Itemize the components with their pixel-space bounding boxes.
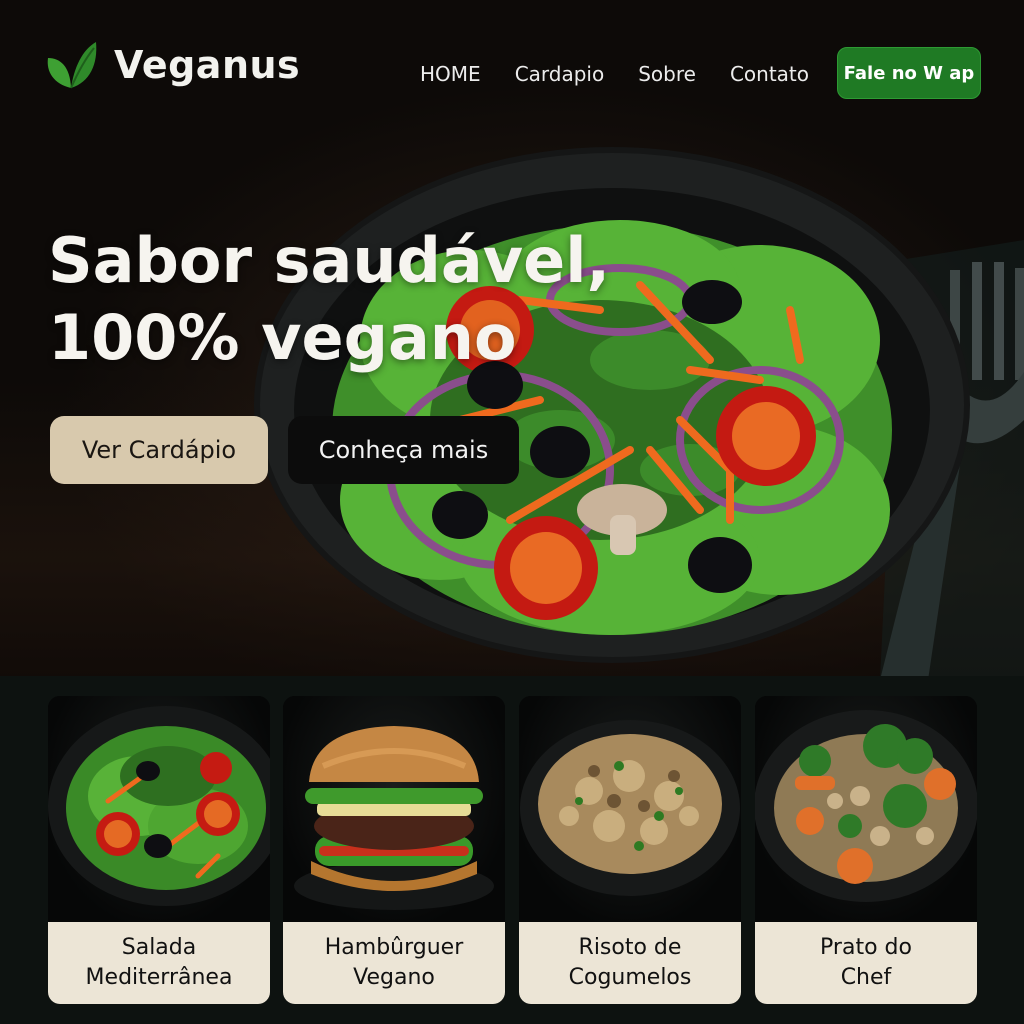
nav-home[interactable]: HOME xyxy=(420,46,481,102)
card-title-line1: Risoto de xyxy=(578,935,682,960)
view-menu-button[interactable]: Ver Cardápio xyxy=(50,416,268,484)
hero-title-line2: 100% vegano xyxy=(48,301,517,374)
risotto-photo xyxy=(519,696,741,922)
brand-name: Veganus xyxy=(114,43,301,87)
card-title: Salada Mediterrânea xyxy=(86,933,233,993)
menu-card-chef-plate[interactable]: Prato do Chef xyxy=(755,696,977,1004)
card-title-line2: Vegano xyxy=(353,965,435,990)
hero-title: Sabor saudável, 100% vegano xyxy=(48,222,668,376)
menu-card-risotto[interactable]: Risoto de Cogumelos xyxy=(519,696,741,1004)
site-header: Veganus HOME Cardapio Sobre Contato Fale… xyxy=(0,0,1024,150)
card-title-line2: Chef xyxy=(840,965,892,990)
learn-more-button[interactable]: Conheça mais xyxy=(288,416,519,484)
hero-title-line1: Sabor saudável, xyxy=(48,224,610,297)
chef-plate-photo xyxy=(755,696,977,922)
card-title-line1: Salada xyxy=(121,935,197,960)
whatsapp-button[interactable]: Fale no W ap xyxy=(837,47,981,99)
nav-cardapio[interactable]: Cardapio xyxy=(515,46,605,102)
hero-salad-image xyxy=(254,147,1024,676)
menu-card-salad[interactable]: Salada Mediterrânea xyxy=(48,696,270,1004)
main-nav: HOME Cardapio Sobre Contato xyxy=(420,46,843,102)
card-caption: Hambûrguer Vegano xyxy=(283,922,505,1004)
landing-page: Veganus HOME Cardapio Sobre Contato Fale… xyxy=(0,0,1024,1024)
menu-card-burger[interactable]: Hambûrguer Vegano xyxy=(283,696,505,1004)
nav-contato[interactable]: Contato xyxy=(730,46,809,102)
card-title: Hambûrguer Vegano xyxy=(325,933,464,993)
card-caption: Risoto de Cogumelos xyxy=(519,922,741,1004)
hero-section: Veganus HOME Cardapio Sobre Contato Fale… xyxy=(0,0,1024,676)
leaf-icon xyxy=(47,42,97,89)
brand[interactable]: Veganus xyxy=(44,38,300,92)
card-title: Risoto de Cogumelos xyxy=(569,933,692,993)
card-title-line2: Mediterrânea xyxy=(85,965,233,990)
burger-photo xyxy=(283,696,505,922)
salad-photo xyxy=(48,696,270,922)
card-title: Prato do Chef xyxy=(820,933,912,993)
card-title-line2: Cogumelos xyxy=(568,965,692,990)
card-title-line1: Prato do xyxy=(820,935,912,960)
card-caption: Prato do Chef xyxy=(755,922,977,1004)
card-caption: Salada Mediterrânea xyxy=(48,922,270,1004)
card-title-line1: Hambûrguer xyxy=(324,935,464,960)
nav-sobre[interactable]: Sobre xyxy=(638,46,696,102)
